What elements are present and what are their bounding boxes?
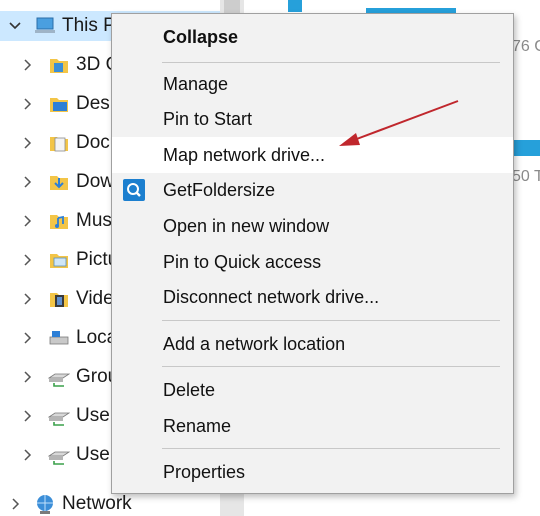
chevron-right-icon[interactable] [18, 329, 36, 347]
chevron-right-icon[interactable] [18, 95, 36, 113]
chevron-right-icon[interactable] [18, 212, 36, 230]
menu-item-properties[interactable]: Properties [112, 454, 513, 490]
menu-item-label: Collapse [163, 26, 239, 47]
network-icon [34, 493, 56, 515]
chevron-right-icon[interactable] [18, 56, 36, 74]
folder-desktop-icon [48, 93, 70, 115]
chevron-right-icon[interactable] [6, 495, 24, 513]
menu-item-map-network-drive[interactable]: Map network drive... [112, 137, 513, 173]
drive-free-space-text: 76 G [512, 38, 540, 55]
menu-item-getfoldersize[interactable]: GetFoldersize [112, 172, 513, 208]
chevron-right-icon[interactable] [18, 290, 36, 308]
menu-item-pin-to-start[interactable]: Pin to Start [112, 101, 513, 137]
drive-free-space-text: 50 T [512, 168, 540, 185]
computer-icon [34, 15, 56, 37]
menu-item-add-network-location[interactable]: Add a network location [112, 326, 513, 362]
menu-item-label: Open in new window [163, 215, 330, 236]
folder-documents-icon [48, 132, 70, 154]
chevron-right-icon[interactable] [18, 407, 36, 425]
menu-item-label: Pin to Quick access [163, 251, 322, 272]
drive-usage-bar [514, 140, 540, 156]
folder-pictures-icon [48, 249, 70, 271]
chevron-down-icon[interactable] [6, 17, 24, 35]
folder-videos-icon [48, 288, 70, 310]
menu-item-label: Map network drive... [163, 144, 326, 165]
folder-music-icon [48, 210, 70, 232]
chevron-right-icon[interactable] [18, 446, 36, 464]
drive-icon-fragment [288, 0, 302, 12]
menu-separator [162, 62, 500, 63]
chevron-right-icon[interactable] [18, 134, 36, 152]
chevron-right-icon[interactable] [18, 251, 36, 269]
menu-item-delete[interactable]: Delete [112, 372, 513, 408]
context-menu: Collapse Manage Pin to Start Map network… [111, 13, 514, 494]
menu-separator [162, 366, 500, 367]
getfoldersize-icon [123, 179, 145, 201]
menu-item-manage[interactable]: Manage [112, 66, 513, 102]
menu-separator [162, 448, 500, 449]
menu-item-collapse[interactable]: Collapse [112, 19, 513, 55]
menu-item-label: Rename [163, 415, 232, 436]
menu-item-pin-to-quick-access[interactable]: Pin to Quick access [112, 244, 513, 280]
folder-3d-icon [48, 54, 70, 76]
menu-item-label: Properties [163, 461, 246, 482]
menu-item-label: Disconnect network drive... [163, 286, 380, 307]
menu-item-disconnect-network-drive[interactable]: Disconnect network drive... [112, 279, 513, 315]
menu-item-label: Pin to Start [163, 108, 253, 129]
menu-item-open-in-new-window[interactable]: Open in new window [112, 208, 513, 244]
menu-item-label: GetFoldersize [163, 179, 276, 200]
menu-separator [162, 320, 500, 321]
menu-item-label: Manage [163, 73, 229, 94]
menu-item-label: Add a network location [163, 333, 346, 354]
network-drive-icon [47, 405, 71, 427]
chevron-right-icon[interactable] [18, 368, 36, 386]
local-disk-icon [48, 327, 70, 349]
menu-item-rename[interactable]: Rename [112, 408, 513, 444]
menu-item-label: Delete [163, 379, 216, 400]
chevron-right-icon[interactable] [18, 173, 36, 191]
tree-item-label: Network [62, 493, 132, 514]
folder-downloads-icon [48, 171, 70, 193]
network-drive-icon [47, 366, 71, 388]
network-drive-icon [47, 444, 71, 466]
